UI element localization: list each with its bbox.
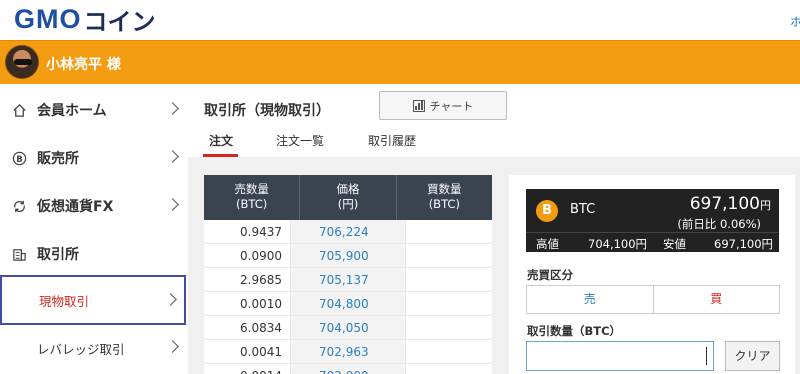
- sidebar-item-label: レバレッジ取引: [37, 341, 125, 357]
- buy-qty-cell: [406, 244, 492, 267]
- chart-button-label: チャート: [429, 99, 474, 113]
- ticker-change: (前日比 0.06%): [677, 217, 761, 231]
- order-book-header: 売数量 (BTC) 価格 (円) 買数量 (BTC): [204, 175, 492, 220]
- bar-chart-icon: [412, 99, 425, 112]
- buy-qty-cell: [406, 292, 492, 315]
- top-header: GMO コイン ホ: [0, 0, 800, 40]
- column-header-price: 価格 (円): [300, 175, 397, 220]
- trade-qty-input[interactable]: [526, 341, 714, 371]
- user-bar: 小林亮平 様: [0, 40, 800, 84]
- avatar[interactable]: [5, 45, 39, 79]
- sidebar-item-exchange[interactable]: 取引所: [0, 230, 186, 278]
- user-name: 小林亮平 様: [46, 57, 121, 73]
- table-row[interactable]: 0.0041 702,963: [204, 340, 492, 364]
- price-cell[interactable]: 706,224: [291, 220, 406, 243]
- sell-qty-cell: 0.0900: [204, 244, 291, 267]
- bitcoin-icon: B: [536, 200, 558, 222]
- sidebar-item-label: 販売所: [37, 151, 79, 167]
- logo-gmo-text: GMO: [14, 3, 82, 34]
- buy-button[interactable]: 買: [654, 286, 780, 313]
- gmo-coin-logo[interactable]: GMO コイン: [14, 3, 156, 36]
- sidebar-item-label: 仮想通貨FX: [37, 199, 114, 215]
- chevron-right-icon: [168, 339, 178, 355]
- high-low-row: 高値 704,100円 安値 697,100円: [526, 232, 779, 252]
- trade-side-label: 売買区分: [527, 268, 573, 282]
- home-link[interactable]: ホ: [790, 13, 800, 30]
- logo-coin-text: コイン: [83, 7, 156, 36]
- exchange-arrows-icon: [11, 198, 27, 214]
- sell-button[interactable]: 売: [527, 286, 654, 313]
- sidebar: 会員ホーム B 販売所 仮想通貨FX 取引所 現物取引 レバレッジ取引: [0, 85, 186, 374]
- table-row[interactable]: 0.9437 706,224: [204, 220, 492, 244]
- sidebar-item-retail[interactable]: B 販売所: [0, 134, 186, 182]
- sidebar-item-label: 現物取引: [39, 293, 90, 309]
- low-value: 697,100円: [714, 237, 774, 251]
- sell-qty-cell: 2.9685: [204, 268, 291, 291]
- column-header-buy-qty: 買数量 (BTC): [427, 182, 462, 211]
- sell-qty-cell: 6.0834: [204, 316, 291, 339]
- low-label: 安値: [663, 237, 686, 251]
- price-cell[interactable]: 702,900: [291, 364, 406, 374]
- chart-button[interactable]: チャート: [379, 91, 507, 120]
- page-title: 取引所（現物取引）: [204, 103, 330, 119]
- column-header-sell-qty: 売数量 (BTC): [204, 175, 301, 220]
- buy-qty-cell: [406, 340, 492, 363]
- price-cell[interactable]: 705,900: [291, 244, 406, 267]
- price-cell[interactable]: 702,963: [291, 340, 406, 363]
- buy-qty-cell: [406, 316, 492, 339]
- sidebar-item-label: 会員ホーム: [37, 103, 107, 119]
- buy-qty-cell: [406, 268, 492, 291]
- price-cell[interactable]: 705,137: [291, 268, 406, 291]
- sidebar-item-label: 取引所: [37, 247, 79, 263]
- chevron-right-icon: [168, 149, 178, 165]
- buy-qty-cell: [406, 364, 492, 374]
- btc-ticker: B BTC 697,100円 (前日比 0.06%) 高値 704,100円 安…: [526, 189, 779, 252]
- sell-qty-cell: 0.9437: [204, 220, 291, 243]
- high-value: 704,100円: [588, 237, 648, 251]
- clear-button[interactable]: クリア: [725, 341, 780, 371]
- sidebar-item-crypto-fx[interactable]: 仮想通貨FX: [0, 182, 186, 230]
- order-tabs: 注文 注文一覧 取引履歴: [188, 123, 800, 157]
- sell-qty-cell: 0.0041: [204, 340, 291, 363]
- ticker-symbol: BTC: [570, 202, 596, 217]
- price-cell[interactable]: 704,050: [291, 316, 406, 339]
- trade-side-toggle: 売 買: [526, 285, 780, 314]
- chevron-right-icon: [168, 197, 178, 213]
- tab-trade-history[interactable]: 取引履歴: [368, 132, 416, 149]
- main-content: 取引所（現物取引） チャート 注文 注文一覧 取引履歴 売数量 (BTC) 価格(…: [188, 85, 800, 374]
- sell-qty-cell: 0.0010: [204, 292, 291, 315]
- trade-qty-label: 取引数量（BTC）: [527, 324, 622, 338]
- order-panel: B BTC 697,100円 (前日比 0.06%) 高値 704,100円 安…: [509, 175, 795, 374]
- high-label: 高値: [536, 237, 559, 251]
- chevron-right-icon: [168, 101, 178, 117]
- table-row[interactable]: 2.9685 705,137: [204, 268, 492, 292]
- table-row[interactable]: 0.0014702,900: [204, 364, 492, 374]
- sidebar-item-spot-trading[interactable]: 現物取引: [0, 275, 186, 325]
- sell-qty-cell: 0.0014: [204, 364, 291, 374]
- sidebar-item-member-home[interactable]: 会員ホーム: [0, 86, 186, 134]
- table-row[interactable]: 0.0900 705,900: [204, 244, 492, 268]
- text-caret: [706, 347, 707, 365]
- order-book: 売数量 (BTC) 価格 (円) 買数量 (BTC) 0.9437 706,224 0.0…: [204, 175, 492, 374]
- building-icon: [11, 246, 27, 262]
- chevron-right-icon: [166, 292, 176, 308]
- home-icon: [11, 102, 27, 118]
- ticker-price: 697,100円: [689, 194, 771, 214]
- table-row[interactable]: 6.0834 704,050: [204, 316, 492, 340]
- tab-order-list[interactable]: 注文一覧: [276, 132, 324, 149]
- sidebar-item-leverage-trading[interactable]: レバレッジ取引: [0, 324, 186, 372]
- price-cell[interactable]: 704,800: [291, 292, 406, 315]
- buy-qty-cell: [406, 220, 492, 243]
- bitcoin-circle-icon: B: [11, 150, 27, 166]
- svg-text:B: B: [16, 153, 22, 163]
- table-row[interactable]: 0.0010 704,800: [204, 292, 492, 316]
- tab-order[interactable]: 注文: [209, 132, 233, 149]
